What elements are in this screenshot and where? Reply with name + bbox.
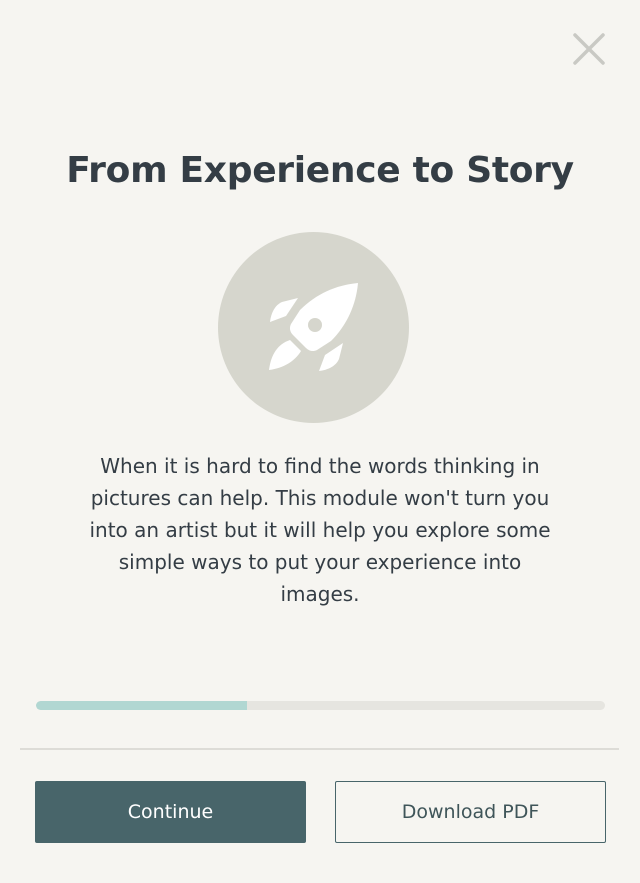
continue-button[interactable]: Continue [35,781,306,843]
divider [20,748,619,750]
modal-title: From Experience to Story [66,150,574,191]
rocket-icon [269,283,358,371]
download-pdf-button[interactable]: Download PDF [335,781,606,843]
module-description: When it is hard to find the words thinki… [89,454,551,606]
hero-illustration [218,232,409,423]
close-icon [573,33,605,65]
close-button[interactable] [570,30,608,68]
progress-bar [36,701,605,710]
progress-fill [36,701,247,710]
module-intro-modal: From Experience to Story When it is hard… [0,0,640,883]
